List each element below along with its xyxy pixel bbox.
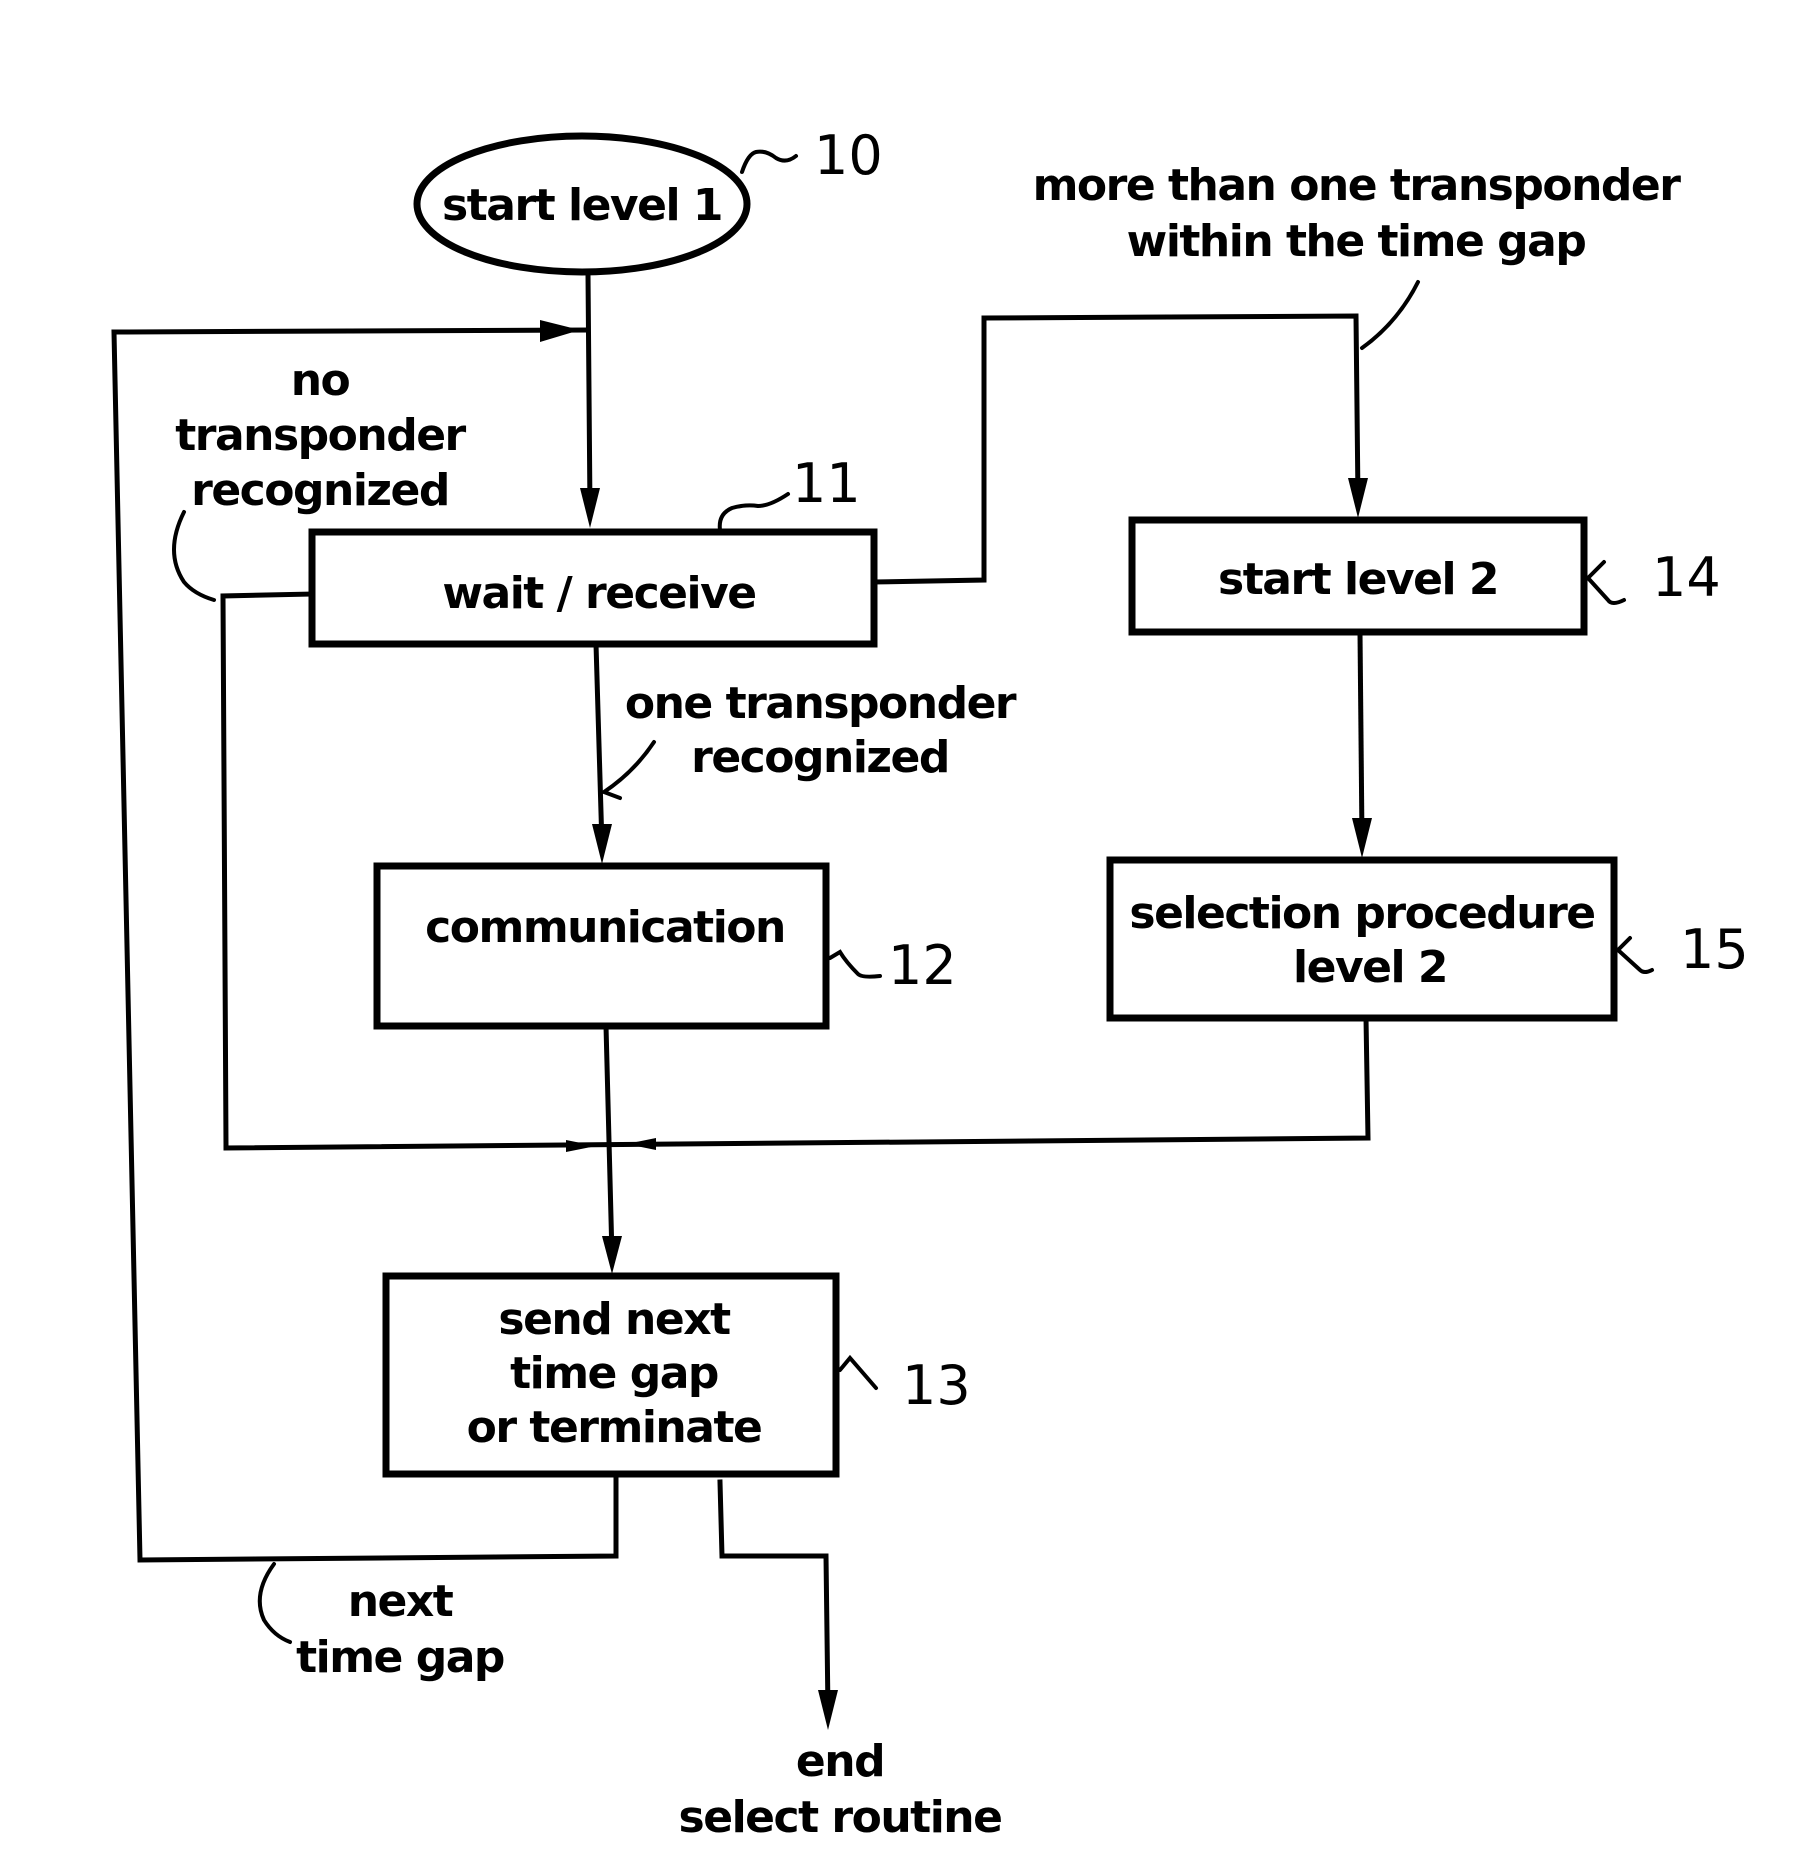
edge-no-transponder — [220, 591, 315, 1149]
one-transponder-label-2: recognized — [691, 732, 949, 783]
end-label-2: select routine — [679, 1792, 1002, 1843]
arrow-into-selection — [1352, 818, 1372, 858]
send-next-label-1: send next — [498, 1294, 731, 1345]
next-time-gap-leader — [257, 1562, 292, 1644]
arrow-into-communication — [592, 824, 612, 864]
one-transponder-label-1: one transponder — [625, 678, 1017, 729]
communication-label: communication — [425, 902, 785, 953]
ref-14: 14 — [1652, 546, 1721, 609]
no-transponder-leader — [172, 510, 216, 602]
no-transponder-label-1: no — [291, 355, 350, 406]
arrow-loop-return — [540, 320, 580, 342]
arrow-into-wait — [580, 488, 600, 528]
edge-merge-line — [223, 1015, 1371, 1151]
edge-start-to-wait — [585, 271, 593, 513]
node-selection-procedure: selection procedure level 2 — [1106, 856, 1618, 1022]
ref-15: 15 — [1680, 918, 1749, 981]
ref-13: 13 — [902, 1354, 971, 1417]
end-label-1: end — [796, 1736, 884, 1787]
ref-14-leader — [1586, 560, 1626, 605]
ref-15-leader — [1616, 936, 1654, 974]
more-than-one-label-2: within the time gap — [1127, 216, 1586, 267]
ref-10-leader — [740, 149, 798, 174]
edge-one-transponder — [593, 641, 605, 849]
ref-12: 12 — [888, 934, 957, 997]
node-start-level-2: start level 2 — [1128, 516, 1588, 636]
next-time-gap-label-1: next — [348, 1576, 454, 1627]
edge-to-end — [717, 1479, 831, 1715]
arrow-into-send-next — [602, 1236, 622, 1274]
node-start-level-1: start level 1 — [413, 132, 751, 276]
arrow-to-end — [818, 1690, 838, 1730]
start-level-2-label: start level 2 — [1218, 554, 1498, 605]
edge-communication-to-send — [603, 1023, 615, 1259]
ref-11: 11 — [792, 452, 861, 515]
one-transponder-leader — [599, 740, 656, 800]
ref-13-leader — [838, 1354, 878, 1390]
more-than-one-leader — [1360, 280, 1420, 350]
node-communication: communication — [373, 862, 830, 1030]
node-wait-receive: wait / receive — [308, 528, 878, 648]
edge-level2-to-selection — [1357, 629, 1365, 843]
wait-receive-label: wait / receive — [442, 568, 755, 619]
ref-12-leader — [828, 949, 882, 979]
ref-10: 10 — [814, 124, 883, 187]
ref-11-leader — [717, 492, 790, 532]
no-transponder-label-3: recognized — [191, 465, 449, 516]
flowchart: start level 1 10 wait / receive 11 no tr… — [111, 124, 1749, 1843]
selection-procedure-box — [1106, 856, 1618, 1022]
merge-arrow-right — [626, 1138, 656, 1150]
node-send-next: send next time gap or terminate — [382, 1272, 840, 1478]
selection-procedure-label-1: selection procedure — [1129, 888, 1594, 939]
merge-arrow-left — [566, 1140, 596, 1152]
no-transponder-label-2: transponder — [175, 410, 466, 461]
send-next-label-2: time gap — [510, 1348, 718, 1399]
arrow-into-start-level-2 — [1348, 478, 1368, 518]
more-than-one-label-1: more than one transponder — [1033, 160, 1682, 211]
send-next-label-3: or terminate — [467, 1402, 762, 1453]
next-time-gap-label-2: time gap — [296, 1632, 504, 1683]
start-level-1-label: start level 1 — [442, 180, 722, 231]
selection-procedure-label-2: level 2 — [1293, 942, 1447, 993]
